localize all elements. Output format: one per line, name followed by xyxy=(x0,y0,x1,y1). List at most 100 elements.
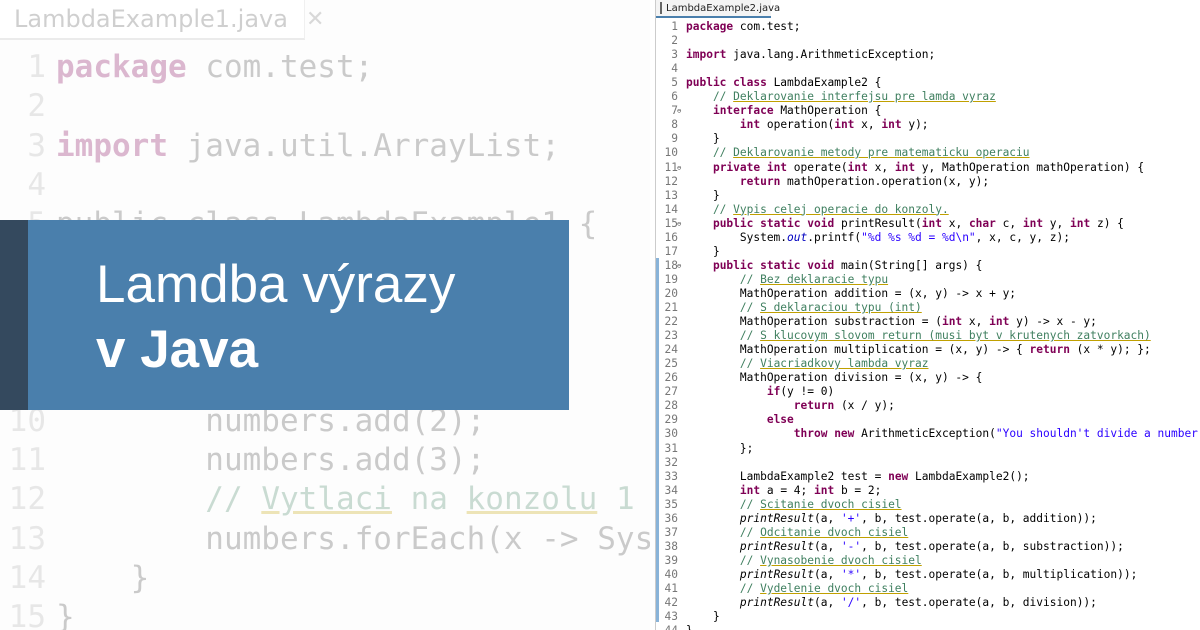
code-line: 11 numbers.add(3); xyxy=(0,441,486,480)
code-token: int xyxy=(739,483,761,497)
line-number: 3 xyxy=(671,48,678,62)
line-number: 30 xyxy=(664,427,678,441)
code-token: int xyxy=(894,160,916,174)
code-token: main(String[] args) { xyxy=(834,258,983,272)
line-number: 44 xyxy=(656,624,678,630)
code-line: 38 printResult(a, '-', b, test.operate(a… xyxy=(656,540,1124,554)
code-token: (a, xyxy=(813,567,841,581)
code-token: // xyxy=(686,525,761,539)
editor-tab-lambdaexample1[interactable]: LambdaExample1.java ✕ xyxy=(0,0,324,40)
code-token: } xyxy=(56,559,150,596)
code-token: import xyxy=(686,48,727,62)
code-token: y, xyxy=(1043,216,1071,230)
code-token: printResult xyxy=(739,567,814,581)
code-token: konzolu xyxy=(466,481,598,518)
line-number: 22 xyxy=(664,315,678,329)
code-token: z) { xyxy=(1090,216,1124,230)
code-token: }; xyxy=(686,441,754,455)
code-token: '*' xyxy=(840,567,862,581)
code-token: if xyxy=(766,385,781,399)
fold-toggle-icon[interactable]: ⊖ xyxy=(677,259,681,273)
code-line: 21 // S deklaraciou typu (int) xyxy=(656,301,922,315)
code-line: 15 public static void printResult(int x,… xyxy=(656,217,1124,231)
code-line: 2 xyxy=(656,34,686,48)
code-token: MathOperation addition = (x, y) -> x + y… xyxy=(686,286,1017,300)
line-number: 15 xyxy=(8,599,46,630)
code-token: printResult xyxy=(739,539,814,553)
code-line: 9 } xyxy=(656,132,719,146)
code-token: numbers.add(3); xyxy=(56,442,486,478)
code-line: 43 } xyxy=(656,610,720,624)
code-token: printResult xyxy=(739,511,814,525)
line-number: 14 xyxy=(8,559,46,596)
line-number: 29 xyxy=(664,413,678,427)
code-token: public static void xyxy=(712,216,835,230)
line-number: 40 xyxy=(664,567,678,581)
line-number: 21 xyxy=(664,301,678,314)
code-token: } xyxy=(686,244,720,258)
code-token: c, xyxy=(995,216,1023,230)
code-token: (x / y); xyxy=(834,399,895,413)
close-icon[interactable]: ✕ xyxy=(306,7,324,32)
code-line: 34 int a = 4; int b = 2; xyxy=(656,483,882,498)
line-number: 6 xyxy=(671,90,678,104)
line-number: 4 xyxy=(27,166,46,203)
code-line: 24 MathOperation multiplication = (x, y)… xyxy=(656,343,1151,357)
code-token: , b, test.operate(a, b, division)); xyxy=(861,596,1097,610)
code-token: java.util.ArrayList; xyxy=(167,127,560,164)
line-number: 28 xyxy=(664,399,678,413)
code-token: int xyxy=(814,483,835,497)
code-token: LambdaExample2 { xyxy=(766,76,882,90)
code-token: (a, xyxy=(813,511,841,525)
code-line: 11 private int operate(int x, int y, Mat… xyxy=(656,160,1145,175)
code-token: numbers.forEach(x -> Sys xyxy=(56,520,650,557)
code-line: 10 // Deklarovanie metody pre matematick… xyxy=(656,146,1030,160)
code-token: private int xyxy=(712,160,788,174)
code-token: '-' xyxy=(840,539,862,553)
code-token: int xyxy=(1022,216,1044,230)
code-token: (x * y); }; xyxy=(1069,343,1151,357)
code-line: 13 numbers.forEach(x -> Sys xyxy=(0,520,650,559)
code-token: // xyxy=(686,301,761,314)
line-number: 23 xyxy=(664,329,678,343)
tab-title: LambdaExample1.java xyxy=(14,5,288,33)
code-line: 14 // Vypis celej operacie do konzoly. xyxy=(656,203,949,217)
line-number: 15 xyxy=(664,216,678,230)
code-token: // xyxy=(686,497,761,511)
code-token: public static void xyxy=(712,258,835,272)
fold-toggle-icon[interactable]: ⊖ xyxy=(677,104,681,118)
line-number: 3 xyxy=(27,127,46,164)
fold-toggle-icon[interactable]: ⊖ xyxy=(677,217,681,231)
line-number: 38 xyxy=(664,539,678,553)
code-token: operate( xyxy=(787,160,848,174)
code-line: 19 // Bez deklaracie typu xyxy=(656,273,889,287)
code-token: // xyxy=(686,329,761,343)
code-token: , x, c, y, z); xyxy=(975,230,1070,244)
code-token: // xyxy=(686,582,761,595)
code-token: x, xyxy=(867,160,895,174)
code-line: 28 return (x / y); xyxy=(656,399,895,413)
code-line: 12 return mathOperation.operation(x, y); xyxy=(656,175,990,189)
line-number: 8 xyxy=(671,118,678,132)
code-line: 5 public class LambdaExample2 { xyxy=(656,76,881,90)
code-token: // xyxy=(686,553,761,567)
code-token: MathOperation substraction = ( xyxy=(686,315,942,329)
code-token: // xyxy=(56,481,262,518)
code-token: Vypis celej operacie do konzoly. xyxy=(733,202,949,216)
banner-subtitle: v Java xyxy=(96,320,259,379)
fold-toggle-icon[interactable]: ⊖ xyxy=(677,161,681,175)
code-token: Deklarovanie interfejsu pre lamda vyraz xyxy=(733,90,996,104)
code-line: 4 xyxy=(656,62,686,76)
code-token: operation( xyxy=(760,118,835,132)
editor-tab-lambdaexample2[interactable]: LambdaExample2.java xyxy=(656,0,780,18)
code-token: Vydelenie dvoch cisiel xyxy=(760,582,909,595)
code-line: 25 // Viacriadkovy lambda vyraz xyxy=(656,357,929,371)
code-line: 32 xyxy=(656,456,686,470)
line-number: 2 xyxy=(671,34,678,48)
code-line: 22 MathOperation substraction = (int x, … xyxy=(656,315,1097,329)
